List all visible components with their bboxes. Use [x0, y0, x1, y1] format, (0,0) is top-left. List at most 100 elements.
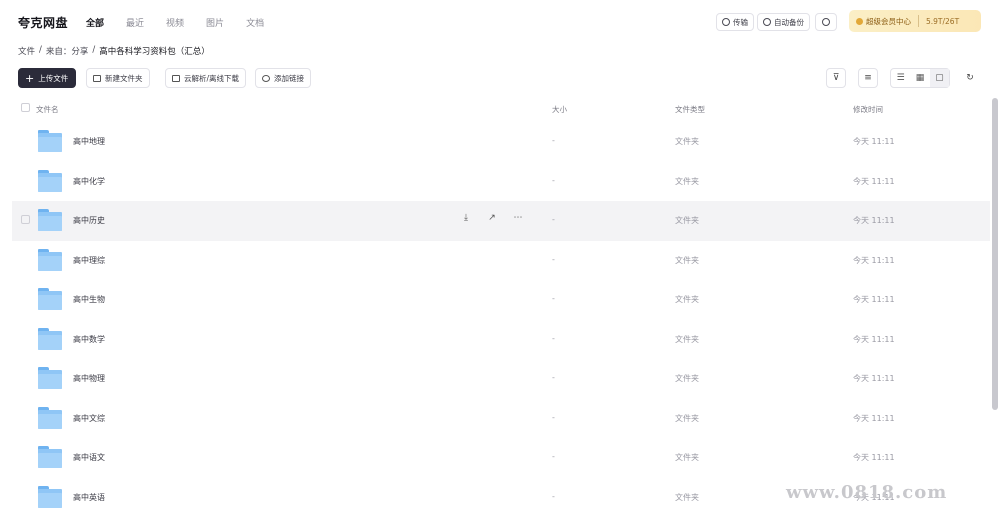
folder-icon [38, 130, 62, 152]
modified-time: 今天 11:11 [853, 176, 895, 186]
tab-images[interactable]: 图片 [206, 16, 224, 29]
breadcrumb-share[interactable]: 来自：分享 [46, 45, 89, 57]
file-type: 文件夹 [675, 137, 699, 146]
breadcrumb-current: 高中各科学习资料包（汇总） [99, 47, 210, 57]
breadcrumb-sep: / [92, 45, 96, 55]
modified-time: 今天 11:11 [853, 255, 895, 265]
file-name[interactable]: 高中生物 [73, 294, 105, 305]
breadcrumb-sep: / [39, 45, 42, 55]
backup-label: 自动备份 [774, 17, 804, 27]
auto-backup-button[interactable]: 自动备份 [757, 13, 810, 31]
sort-icon: ≡ [864, 73, 872, 83]
file-type: 文件夹 [675, 295, 699, 304]
new-folder-button[interactable]: 新建文件夹 [86, 68, 150, 88]
folder-icon [38, 327, 62, 350]
link-icon [262, 74, 270, 82]
breadcrumb-root[interactable]: 文件 [18, 45, 35, 57]
col-name[interactable]: 文件名 [36, 104, 59, 115]
upload-label: 上传文件 [38, 73, 69, 83]
table-row[interactable]: 高中语文⤓↗⋯-文件夹今天 11:11 [12, 438, 990, 478]
folder-icon [38, 169, 62, 192]
file-type: 文件夹 [675, 374, 699, 383]
file-type: 文件夹 [675, 176, 699, 186]
file-name[interactable]: 高中历史 [73, 215, 105, 226]
app-logo[interactable]: 夸克网盘 [18, 14, 68, 31]
file-name[interactable]: 高中地理 [73, 136, 105, 147]
transfer-label: 传输 [733, 17, 748, 27]
plus-icon: + [25, 71, 35, 85]
modified-time: 今天 11:11 [853, 413, 895, 423]
file-name[interactable]: 高中数学 [73, 334, 105, 345]
file-name[interactable]: 高中理综 [73, 255, 105, 266]
grid-view-icon[interactable]: ▦ [910, 69, 929, 87]
table-row[interactable]: 高中化学⤓↗⋯-文件夹今天 11:11 [12, 162, 990, 202]
file-type: 文件夹 [675, 492, 699, 502]
modified-time: 今天 11:11 [853, 137, 895, 146]
folder-icon [38, 248, 62, 271]
table-row[interactable]: 高中文综⤓↗⋯-文件夹今天 11:11 [12, 399, 990, 439]
folder-icon [38, 406, 62, 429]
breadcrumb: 文件 / 来自：分享 / 高中各科学习资料包（汇总） [18, 45, 210, 57]
file-size: - [552, 373, 555, 382]
settings-button[interactable] [815, 13, 837, 31]
offline-download-button[interactable]: 云解析/离线下载 [165, 68, 247, 88]
col-size[interactable]: 大小 [552, 104, 567, 115]
tab-recent[interactable]: 最近 [126, 16, 144, 29]
tab-documents[interactable]: 文档 [246, 16, 264, 29]
file-type: 文件夹 [675, 453, 699, 462]
file-size: - [552, 175, 555, 185]
list-view-icon[interactable]: ☰ [891, 69, 910, 87]
filter-button[interactable]: ⊽ [826, 68, 846, 88]
more-icon[interactable]: ⋯ [512, 213, 524, 223]
file-name[interactable]: 高中英语 [73, 492, 105, 503]
folder-icon [38, 367, 62, 389]
col-type[interactable]: 文件类型 [675, 104, 705, 115]
add-link-button[interactable]: 添加链接 [255, 68, 311, 88]
tab-all[interactable]: 全部 [86, 16, 104, 29]
file-size: - [552, 333, 555, 343]
file-size: - [552, 254, 555, 264]
table-row[interactable]: 高中地理⤓↗⋯-文件夹今天 11:11 [12, 122, 990, 162]
tab-video[interactable]: 视频 [166, 16, 184, 29]
file-name[interactable]: 高中化学 [73, 176, 105, 187]
file-name[interactable]: 高中物理 [73, 373, 105, 384]
table-row[interactable]: 高中理综⤓↗⋯-文件夹今天 11:11 [12, 241, 990, 281]
cloud-download-icon [172, 74, 180, 82]
sort-button[interactable]: ≡ [858, 68, 878, 88]
select-all-checkbox[interactable] [21, 103, 30, 112]
folder-icon [38, 446, 62, 468]
table-header: 文件名 大小 文件类型 修改时间 [12, 100, 990, 118]
transfer-button[interactable]: 传输 [716, 13, 754, 31]
scrollbar[interactable] [992, 98, 998, 410]
download-icon[interactable]: ⤓ [460, 213, 472, 223]
row-checkbox[interactable] [21, 215, 30, 224]
table-row[interactable]: 高中物理⤓↗⋯-文件夹今天 11:11 [12, 359, 990, 399]
modified-time: 今天 11:11 [853, 453, 895, 462]
file-name[interactable]: 高中文综 [73, 413, 105, 424]
row-actions: ⤓ ↗ ⋯ [460, 213, 524, 223]
file-size: - [552, 412, 555, 422]
modified-time: 今天 11:11 [853, 216, 895, 225]
refresh-icon: ↻ [966, 73, 974, 83]
view-toggle: ☰ ▦ ▢ [890, 68, 950, 88]
top-header: 夸克网盘 全部 最近 视频 图片 文档 传输 自动备份 超级会员中心 5.9T/… [0, 0, 1000, 44]
col-time[interactable]: 修改时间 [853, 104, 883, 115]
modified-time: 今天 11:11 [853, 374, 895, 383]
refresh-button[interactable]: ↻ [960, 68, 980, 88]
new-folder-label: 新建文件夹 [105, 73, 143, 83]
transfer-icon [722, 18, 730, 26]
file-type: 文件夹 [675, 255, 699, 265]
add-link-label: 添加链接 [274, 73, 304, 83]
table-row[interactable]: 高中历史 ⤓ ↗ ⋯ - 文件夹 今天 11:11 [12, 201, 990, 241]
share-icon[interactable]: ↗ [486, 213, 498, 223]
file-type: 文件夹 [675, 216, 699, 225]
folder-icon [38, 485, 62, 508]
vip-center-button[interactable]: 超级会员中心 5.9T/26T [849, 10, 981, 32]
table-row[interactable]: 高中生物⤓↗⋯-文件夹今天 11:11 [12, 280, 990, 320]
file-name[interactable]: 高中语文 [73, 452, 105, 463]
modified-time: 今天 11:11 [853, 295, 895, 304]
large-view-icon[interactable]: ▢ [929, 69, 949, 87]
table-row[interactable]: 高中数学⤓↗⋯-文件夹今天 11:11 [12, 320, 990, 360]
upload-button[interactable]: + 上传文件 [18, 68, 76, 88]
vip-divider [918, 15, 919, 27]
